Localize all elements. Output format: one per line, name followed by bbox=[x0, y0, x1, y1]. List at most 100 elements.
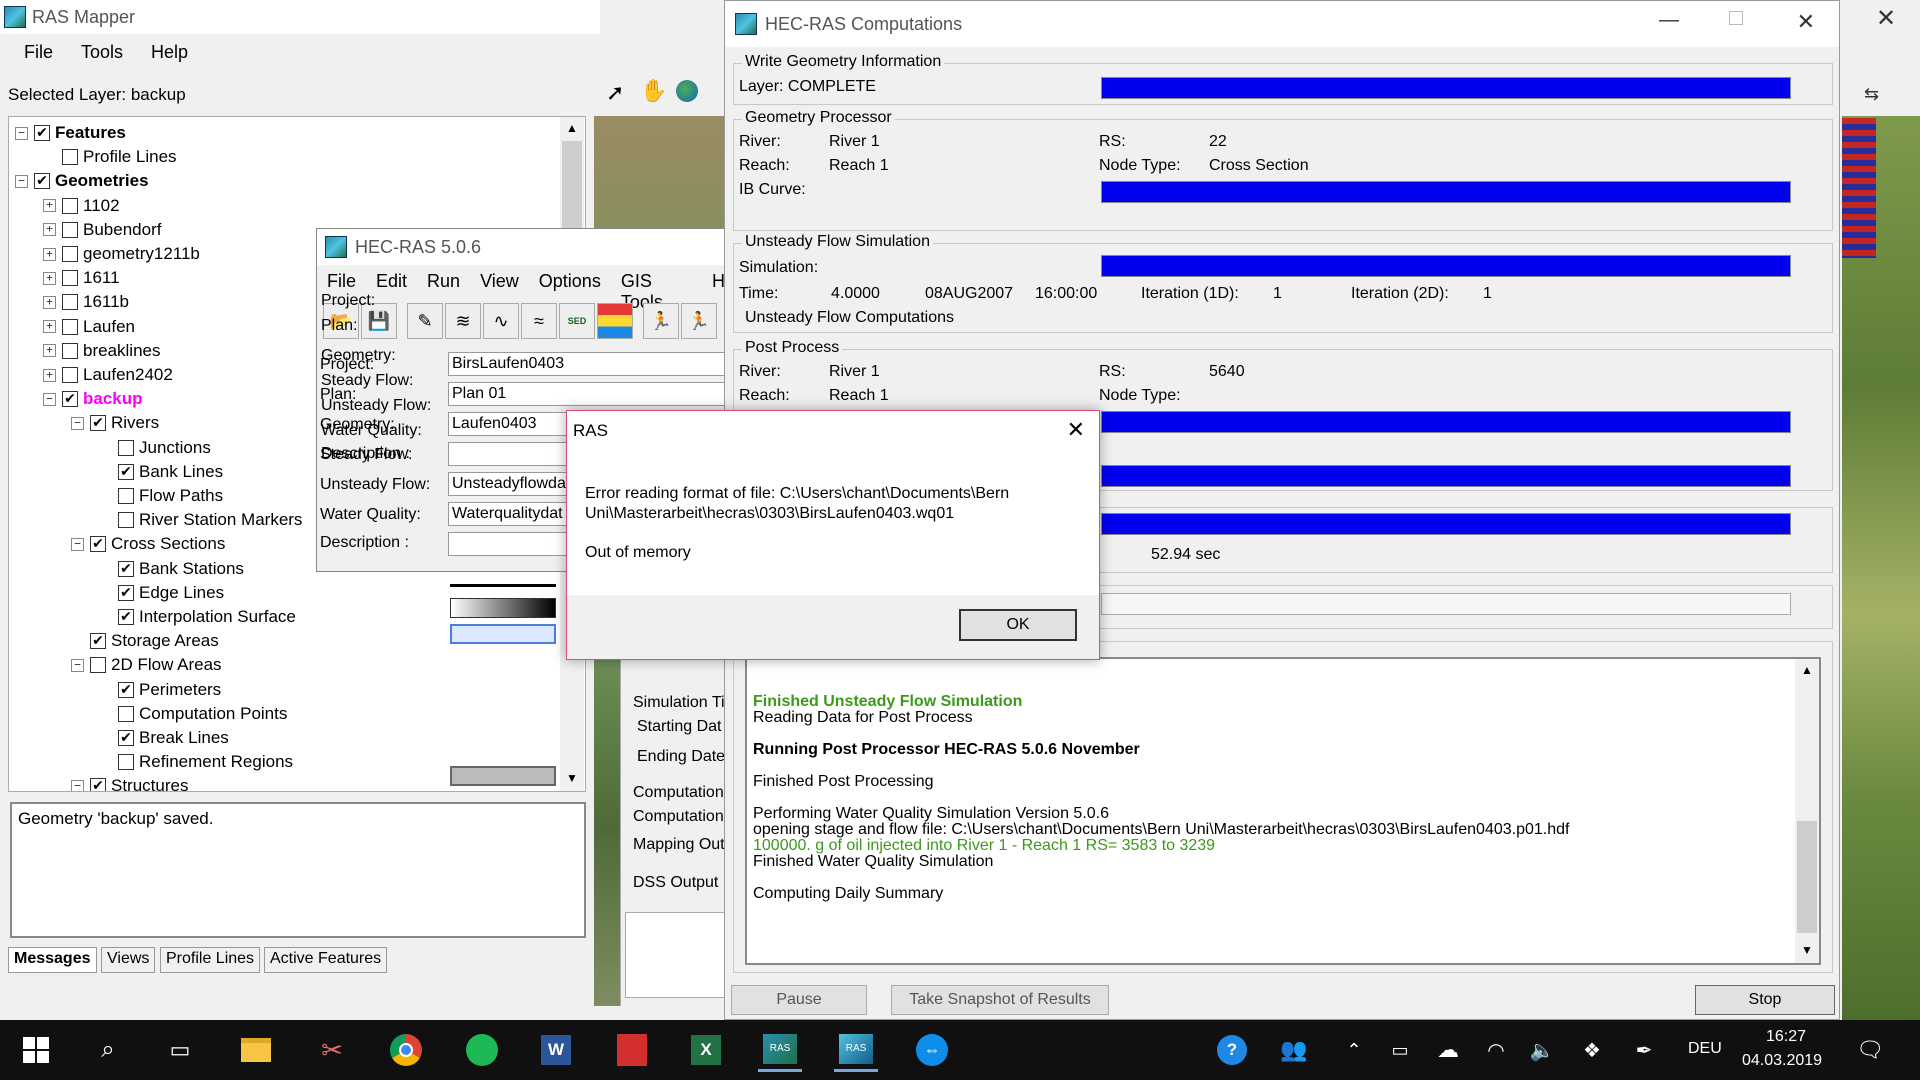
tree-item-checkbox[interactable]: ✔ bbox=[62, 391, 78, 408]
expand-icon[interactable]: + bbox=[43, 295, 56, 309]
project-field[interactable]: BirsLaufen0403 bbox=[448, 352, 726, 376]
unsteady-flow-field[interactable]: Unsteadyflowda bbox=[448, 472, 568, 496]
teamviewer-icon[interactable]: ⇔ bbox=[910, 1028, 954, 1072]
tree-item-checkbox[interactable] bbox=[62, 246, 78, 262]
tree-item[interactable]: + Bubendorf bbox=[43, 218, 161, 242]
excel-icon[interactable]: X bbox=[684, 1028, 728, 1072]
error-dialog-titlebar[interactable]: RAS ✕ bbox=[567, 411, 1099, 451]
maximize-icon[interactable] bbox=[1729, 11, 1743, 25]
hecras-taskbar-icon[interactable]: RAS bbox=[758, 1028, 802, 1072]
tree-item[interactable]: − ✔ Geometries bbox=[15, 169, 149, 193]
expand-icon[interactable]: + bbox=[43, 199, 56, 213]
language-indicator[interactable]: DEU bbox=[1688, 1040, 1722, 1058]
ras-mapper-titlebar[interactable]: RAS Mapper bbox=[0, 0, 600, 34]
map-arrow-icon[interactable]: ⇆ bbox=[1864, 84, 1879, 105]
tree-item-checkbox[interactable] bbox=[62, 342, 78, 359]
geometry-field[interactable]: Laufen0403 bbox=[448, 412, 568, 436]
computations-close-icon[interactable]: ✕ bbox=[1797, 9, 1815, 35]
water-quality-field[interactable]: Waterqualitydat bbox=[448, 502, 568, 526]
tree-item-checkbox[interactable]: ✔ bbox=[118, 463, 134, 480]
tree-item-checkbox[interactable]: ✔ bbox=[34, 173, 50, 190]
tree-item[interactable]: − ✔ backup bbox=[43, 387, 143, 411]
expand-icon[interactable]: + bbox=[43, 223, 56, 237]
file-explorer-icon[interactable] bbox=[234, 1028, 278, 1072]
sediment-icon[interactable]: SED bbox=[559, 303, 595, 339]
tree-item[interactable]: +1611b bbox=[43, 290, 129, 314]
tree-item-checkbox[interactable]: ✔ bbox=[34, 125, 50, 141]
run-unsteady-icon[interactable]: 🏃 bbox=[681, 303, 717, 339]
water-quality-icon[interactable] bbox=[597, 303, 633, 339]
onedrive-icon[interactable]: ☁ bbox=[1426, 1028, 1470, 1072]
tree-item[interactable]: Computation Points bbox=[99, 702, 287, 726]
tree-item[interactable]: ✔ Interpolation Surface bbox=[99, 605, 296, 629]
pen-icon[interactable]: ✒ bbox=[1622, 1028, 1666, 1072]
tree-item[interactable]: + geometry1211b bbox=[43, 242, 200, 266]
run-steady-icon[interactable]: 🏃 bbox=[643, 303, 679, 339]
tree-item[interactable]: ✔ Storage Areas bbox=[71, 629, 219, 653]
tree-item-checkbox[interactable]: ✔ bbox=[118, 609, 134, 625]
log-scroll-up-icon[interactable]: ▲ bbox=[1801, 663, 1813, 677]
tree-item[interactable]: ✔ Bank Stations bbox=[99, 557, 244, 581]
tree-item-checkbox[interactable]: ✔ bbox=[118, 681, 134, 698]
scroll-thumb[interactable] bbox=[562, 141, 582, 231]
snipping-tool-icon[interactable]: ✂ bbox=[310, 1028, 354, 1072]
geometry-editor-icon[interactable]: ✎ bbox=[407, 303, 443, 339]
tab-active-features[interactable]: Active Features bbox=[264, 947, 388, 973]
collapse-icon[interactable]: − bbox=[15, 174, 28, 188]
tree-item[interactable]: − 2D Flow Areas bbox=[71, 653, 222, 677]
scroll-down-icon[interactable]: ▼ bbox=[566, 771, 578, 785]
clock-time[interactable]: 16:27 bbox=[1766, 1028, 1806, 1046]
tree-item[interactable]: Profile Lines bbox=[43, 145, 177, 169]
tree-item[interactable]: − ✔ Structures bbox=[71, 774, 188, 791]
steady-flow-field[interactable] bbox=[448, 442, 568, 466]
error-dialog-close-icon[interactable]: ✕ bbox=[1067, 417, 1085, 443]
log-scroll-thumb[interactable] bbox=[1797, 821, 1817, 933]
expand-icon[interactable]: + bbox=[43, 368, 56, 382]
wifi-icon[interactable]: ◠ bbox=[1474, 1028, 1518, 1072]
windows-start-icon[interactable] bbox=[14, 1028, 58, 1072]
stop-button[interactable]: Stop bbox=[1695, 985, 1835, 1015]
tree-item-checkbox[interactable]: ✔ bbox=[118, 584, 134, 601]
tree-item-checkbox[interactable] bbox=[118, 512, 134, 529]
tree-item-checkbox[interactable] bbox=[118, 754, 134, 771]
tree-item-checkbox[interactable] bbox=[62, 318, 78, 335]
log-scroll-down-icon[interactable]: ▼ bbox=[1801, 943, 1813, 957]
expand-icon[interactable]: + bbox=[43, 271, 56, 285]
tree-item[interactable]: ✔ Break Lines bbox=[99, 726, 229, 750]
ras-mapper-close-icon[interactable]: ✕ bbox=[1876, 4, 1896, 33]
tree-item[interactable]: +1611 bbox=[43, 266, 120, 290]
tree-item[interactable]: + Laufen bbox=[43, 315, 135, 339]
battery-icon[interactable]: ▭ bbox=[1378, 1028, 1422, 1072]
scroll-up-icon[interactable]: ▲ bbox=[566, 121, 578, 135]
tree-item[interactable]: River Station Markers bbox=[99, 508, 302, 532]
collapse-icon[interactable]: − bbox=[71, 658, 84, 672]
tree-item[interactable]: Junctions bbox=[99, 436, 211, 460]
clock-date[interactable]: 04.03.2019 bbox=[1742, 1052, 1822, 1070]
pause-button[interactable]: Pause bbox=[731, 985, 867, 1015]
steady-flow-icon[interactable]: ≋ bbox=[445, 303, 481, 339]
tab-messages[interactable]: Messages bbox=[8, 947, 97, 973]
tree-item[interactable]: ✔ Bank Lines bbox=[99, 460, 223, 484]
computations-titlebar[interactable]: HEC-RAS Computations — ✕ bbox=[725, 1, 1839, 47]
quasi-unsteady-icon[interactable]: ≈ bbox=[521, 303, 557, 339]
volume-icon[interactable]: 🔈 bbox=[1520, 1028, 1564, 1072]
tree-item-checkbox[interactable] bbox=[90, 657, 106, 674]
tree-item-checkbox[interactable] bbox=[118, 488, 134, 504]
search-icon[interactable]: ⌕ bbox=[86, 1028, 130, 1072]
tree-item-checkbox[interactable] bbox=[62, 367, 78, 383]
expand-icon[interactable]: + bbox=[43, 344, 56, 358]
tree-item-checkbox[interactable] bbox=[62, 149, 78, 166]
collapse-icon[interactable]: − bbox=[71, 416, 84, 430]
globe-icon[interactable] bbox=[676, 80, 698, 102]
take-snapshot-button[interactable]: Take Snapshot of Results bbox=[891, 985, 1109, 1015]
people-icon[interactable]: 👥 bbox=[1272, 1028, 1316, 1072]
show-hidden-icons-chevron[interactable]: ⌃ bbox=[1332, 1028, 1376, 1072]
tree-item-checkbox[interactable] bbox=[118, 705, 134, 722]
hecras-titlebar[interactable]: HEC-RAS 5.0.6 bbox=[317, 229, 725, 265]
dropbox-icon[interactable]: ❖ bbox=[1570, 1028, 1614, 1072]
collapse-icon[interactable]: − bbox=[43, 392, 56, 406]
tree-item-checkbox[interactable] bbox=[118, 439, 134, 456]
tree-item[interactable]: + breaklines bbox=[43, 339, 161, 363]
acrobat-icon[interactable] bbox=[610, 1028, 654, 1072]
description-field[interactable] bbox=[448, 532, 568, 556]
